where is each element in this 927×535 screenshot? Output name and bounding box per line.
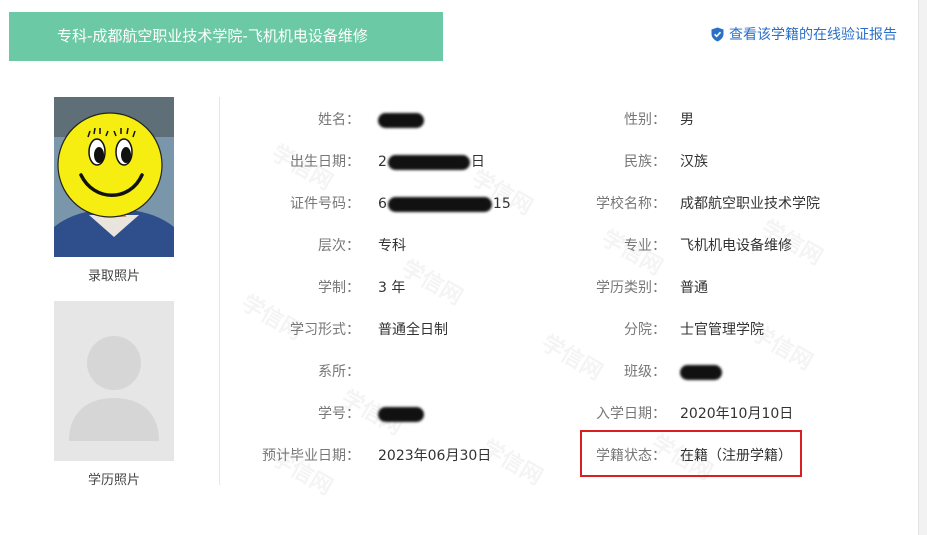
value-suffix: 日: [470, 154, 485, 170]
verify-report-link[interactable]: 查看该学籍的在线验证报告: [711, 25, 897, 43]
redacted-mark: [387, 154, 470, 170]
field-label: 层次：: [318, 238, 360, 254]
field-class: 班级：: [560, 362, 900, 382]
diploma-photo: [54, 301, 174, 461]
diploma-photo-caption: 学历照片: [87, 473, 140, 488]
field-birthdate: 出生日期： 2日: [230, 152, 580, 172]
field-value: 6 15: [378, 194, 511, 214]
student-status-card: 学信网 学信网 学信网 学信网 学信网 学信网 学信网 学信网 学信网 学信网 …: [0, 0, 919, 535]
admission-photo: [54, 97, 174, 257]
redacted-mark: [387, 196, 492, 212]
field-study-mode: 学习形式： 普通全日制: [230, 320, 580, 340]
field-value: 士官管理学院: [680, 322, 764, 338]
field-label: 证件号码：: [290, 196, 360, 212]
field-label: 学制：: [318, 280, 360, 296]
redacted-mark: [680, 364, 722, 380]
field-label: 入学日期：: [596, 406, 666, 422]
field-student-number: 学号：: [230, 404, 580, 424]
field-major: 专业： 飞机机电设备维修: [560, 236, 900, 256]
admission-photo-caption: 录取照片: [87, 269, 140, 284]
field-label: 学习形式：: [290, 322, 360, 338]
field-department: 系所：: [230, 362, 580, 382]
education-title-banner: 专科-成都航空职业技术学院-飞机机电设备维修: [9, 12, 443, 61]
person-placeholder-icon: [69, 336, 159, 441]
redacted-mark: [378, 406, 424, 422]
field-label: 学号：: [318, 406, 360, 422]
vertical-divider: [219, 97, 220, 485]
field-name: 姓名：: [230, 110, 580, 130]
field-value: 2023年06月30日: [378, 448, 492, 464]
field-ethnicity: 民族： 汉族: [560, 152, 900, 172]
field-label: 班级：: [624, 364, 666, 380]
field-value: 普通: [680, 280, 708, 296]
field-value: 专科: [378, 238, 406, 254]
field-expected-graduation: 预计毕业日期： 2023年06月30日: [230, 446, 580, 466]
field-label: 性别：: [624, 112, 666, 128]
field-school-name: 学校名称： 成都航空职业技术学院: [560, 194, 900, 214]
field-duration: 学制： 3 年: [230, 278, 580, 298]
verify-report-label: 查看该学籍的在线验证报告: [729, 27, 897, 43]
field-label: 学历类别：: [596, 280, 666, 296]
field-label: 预计毕业日期：: [262, 448, 360, 464]
field-value: 成都航空职业技术学院: [680, 196, 820, 212]
field-value: 汉族: [680, 154, 708, 170]
field-value: 2日: [378, 152, 485, 172]
field-value: 普通全日制: [378, 322, 448, 338]
field-label: 系所：: [318, 364, 360, 380]
shield-check-icon: [711, 27, 724, 42]
field-label: 分院：: [624, 322, 666, 338]
smiley-face-icon: [54, 97, 174, 257]
field-id-number: 证件号码： 6 15: [230, 194, 580, 214]
field-value: [378, 110, 424, 130]
field-label: 民族：: [624, 154, 666, 170]
field-value: 2020年10月10日: [680, 406, 794, 422]
field-gender: 性别： 男: [560, 110, 900, 130]
field-label: 专业：: [624, 238, 666, 254]
field-value: [378, 404, 424, 424]
enrollment-status-highlight: [580, 430, 802, 477]
value-prefix: 6: [378, 196, 387, 212]
field-value: 男: [680, 112, 694, 128]
field-branch-college: 分院： 士官管理学院: [560, 320, 900, 340]
field-label: 出生日期：: [290, 154, 360, 170]
field-education-type: 学历类别： 普通: [560, 278, 900, 298]
field-value: 3 年: [378, 280, 406, 296]
field-label: 学校名称：: [596, 196, 666, 212]
redacted-mark: [378, 112, 424, 128]
value-suffix: 15: [492, 196, 511, 212]
field-value: 飞机机电设备维修: [680, 238, 792, 254]
field-label: 姓名：: [318, 112, 360, 128]
field-enrollment-date: 入学日期： 2020年10月10日: [560, 404, 900, 424]
value-prefix: 2: [378, 154, 387, 170]
field-level: 层次： 专科: [230, 236, 580, 256]
field-value: [680, 362, 722, 382]
